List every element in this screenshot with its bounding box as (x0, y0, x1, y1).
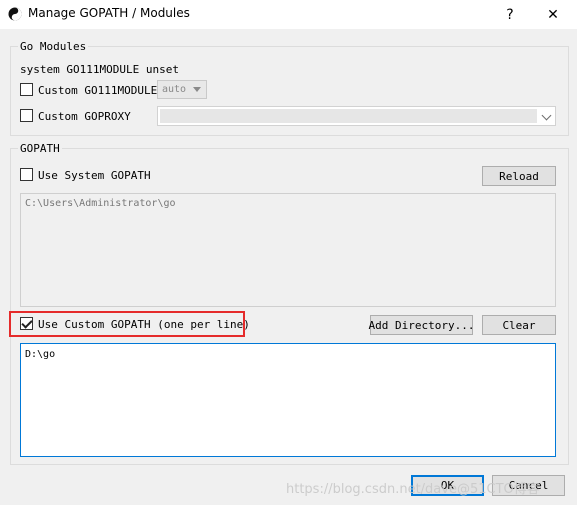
system-gopath-value: C:\Users\Administrator\go (25, 198, 176, 209)
goproxy-combobox[interactable] (157, 106, 556, 126)
go111module-select-value: auto (162, 84, 187, 95)
dropdown-arrow-icon (193, 87, 201, 92)
goproxy-input[interactable] (160, 109, 537, 123)
system-gopath-list: C:\Users\Administrator\go (20, 193, 556, 307)
title-bar: Manage GOPATH / Modules ? ✕ (0, 0, 577, 29)
red-highlight-box (9, 311, 245, 337)
add-directory-button[interactable]: Add Directory... (369, 315, 474, 335)
custom-gopath-value: D:\go (25, 349, 56, 360)
watermark-text: https://blog.csdn.net/dave@51CTO博客 (286, 482, 540, 497)
close-button[interactable]: ✕ (531, 0, 575, 29)
custom-goproxy-label[interactable]: Custom GOPROXY (38, 110, 131, 123)
custom-go111module-label[interactable]: Custom GO111MODULE (38, 84, 157, 97)
window-title: Manage GOPATH / Modules (28, 6, 190, 20)
liteide-app-icon (8, 7, 22, 21)
use-system-gopath-label[interactable]: Use System GOPATH (38, 169, 151, 182)
go111module-select[interactable]: auto (157, 80, 207, 99)
gopath-group-title: GOPATH (18, 142, 62, 155)
use-system-gopath-checkbox[interactable] (20, 168, 33, 181)
custom-go111module-checkbox[interactable] (20, 83, 33, 96)
clear-button[interactable]: Clear (482, 315, 556, 335)
custom-goproxy-checkbox[interactable] (20, 109, 33, 122)
custom-gopath-textarea[interactable]: D:\go (20, 343, 556, 457)
help-button[interactable]: ? (488, 0, 532, 29)
chevron-down-icon[interactable] (541, 110, 552, 121)
reload-button[interactable]: Reload (482, 166, 556, 186)
module-status-text: system GO111MODULE unset (20, 63, 179, 76)
go-modules-group-title: Go Modules (18, 40, 89, 53)
